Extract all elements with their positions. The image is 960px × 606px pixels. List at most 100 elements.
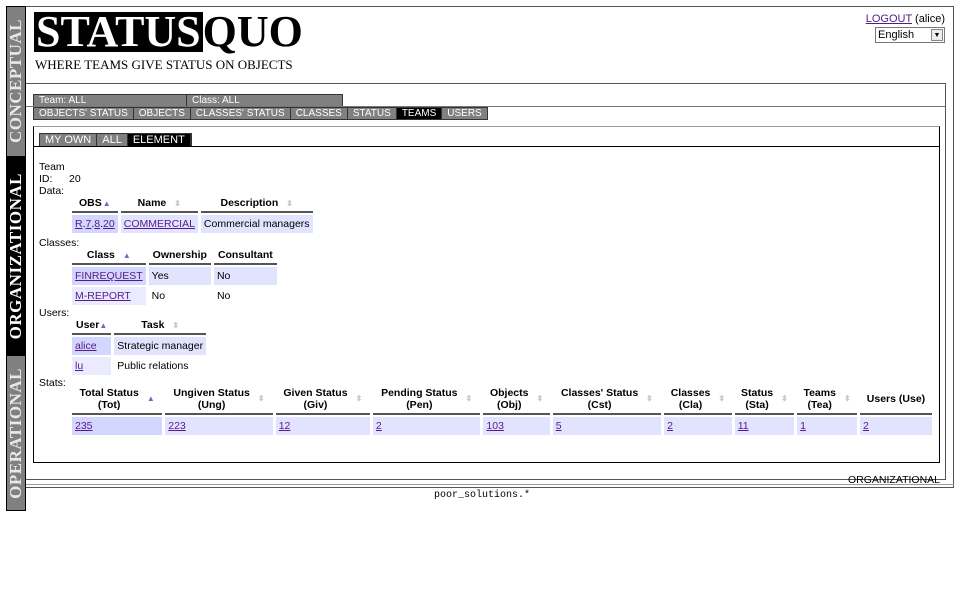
tab-classes[interactable]: CLASSES: [290, 108, 348, 119]
user-cell: lu: [72, 357, 112, 375]
stats-col-header[interactable]: Status (Sta) ⬍: [734, 385, 795, 415]
col-consultant[interactable]: Consultant: [213, 247, 277, 265]
top-nav: OBJECTS' STATUS OBJECTS CLASSES' STATUS …: [33, 107, 488, 120]
layer-operational[interactable]: OPERATIONAL: [6, 356, 26, 511]
col-name[interactable]: Name ⬍: [120, 195, 198, 213]
class-cell: FINREQUEST: [72, 267, 146, 285]
sort-asc-icon: ▲: [102, 199, 111, 208]
users-label: Users:: [39, 307, 70, 319]
col-obs[interactable]: OBS▲: [72, 195, 118, 213]
stats-value-link[interactable]: 2: [863, 420, 869, 432]
tab-teams[interactable]: TEAMS: [396, 108, 443, 119]
sort-asc-icon: ▲: [146, 394, 155, 403]
stats-col-abbr: (Ung): [197, 399, 226, 411]
consultant-cell: No: [213, 287, 277, 305]
tab-users[interactable]: USERS: [442, 108, 487, 119]
class-cell: M-REPORT: [72, 287, 146, 305]
stats-col-abbr: (Tot): [97, 399, 121, 411]
col-class[interactable]: Class ▲: [72, 247, 146, 265]
stats-col-header[interactable]: Given Status (Giv) ⬍: [275, 385, 370, 415]
tab-status[interactable]: STATUS: [347, 108, 397, 119]
sort-icon: ⬍: [174, 199, 181, 208]
stats-label: Stats:: [39, 377, 66, 389]
sort-icon: ⬍: [465, 394, 473, 403]
tab-objects[interactable]: OBJECTS: [133, 108, 191, 119]
obs-link[interactable]: R: [75, 218, 83, 230]
layer-conceptual[interactable]: CONCEPTUAL: [6, 6, 26, 156]
stats-col-title: Users (Use): [866, 393, 926, 406]
col-task[interactable]: Task ⬍: [114, 317, 207, 335]
user-link[interactable]: lu: [75, 360, 83, 372]
table-row: R.7.8.20 COMMERCIAL Commercial managers: [72, 215, 313, 233]
table-row: M-REPORT No No: [72, 287, 277, 305]
sort-icon: ⬍: [646, 394, 653, 403]
current-user: (alice): [915, 13, 945, 25]
main-frame: STATUS QUO WHERE TEAMS GIVE STATUS ON OBJ…: [26, 6, 954, 488]
stats-col-abbr: (Tea): [807, 399, 832, 411]
class-filter[interactable]: Class: ALL: [187, 95, 342, 106]
stats-col-title: Pending Status: [381, 387, 458, 399]
obs-link[interactable]: 20: [103, 218, 115, 230]
classes-table: Class ▲ Ownership Consultant FINREQUEST Y…: [69, 245, 280, 307]
stats-col-header[interactable]: Classes' Status (Cst) ⬍: [552, 385, 662, 415]
stats-cell: 2: [372, 417, 481, 435]
obs-link[interactable]: 8: [94, 218, 100, 230]
subtab-all[interactable]: ALL: [97, 134, 128, 146]
stats-col-header[interactable]: Pending Status (Pen) ⬍: [372, 385, 481, 415]
chevron-down-icon: ▼: [931, 29, 943, 41]
stats-value-link[interactable]: 223: [168, 420, 186, 432]
col-description[interactable]: Description ⬍: [200, 195, 313, 213]
logo-normal: QUO: [202, 7, 303, 56]
stats-col-header[interactable]: Classes (Cla) ⬍: [664, 385, 732, 415]
stats-value-link[interactable]: 5: [556, 420, 562, 432]
obs-link[interactable]: 7: [86, 218, 92, 230]
divider: [34, 146, 940, 147]
col-class-label: Class: [86, 249, 115, 261]
user-area: LOGOUT (alice) English ▼: [866, 13, 945, 43]
stats-col-abbr: (Cla): [678, 399, 703, 411]
stats-col-header[interactable]: Objects (Obj) ⬍: [483, 385, 550, 415]
tagline: WHERE TEAMS GIVE STATUS ON OBJECTS: [35, 57, 293, 72]
task-cell: Strategic manager: [114, 337, 207, 355]
col-ownership[interactable]: Ownership: [148, 247, 211, 265]
sort-asc-icon: ▲: [99, 321, 108, 330]
user-link[interactable]: alice: [75, 340, 97, 352]
sort-asc-icon: ▲: [122, 251, 131, 260]
stats-value-link[interactable]: 1: [800, 420, 806, 432]
tab-objects-status[interactable]: OBJECTS' STATUS: [34, 108, 134, 119]
stats-value-link[interactable]: 235: [75, 420, 93, 432]
stats-value-link[interactable]: 2: [376, 420, 382, 432]
col-ownership-label: Ownership: [152, 249, 207, 261]
logout-link[interactable]: LOGOUT: [866, 13, 912, 25]
stats-value-link[interactable]: 11: [738, 420, 749, 432]
col-user[interactable]: User▲: [72, 317, 112, 335]
subtab-my-own[interactable]: MY OWN: [40, 134, 98, 146]
ownership-cell: No: [148, 287, 211, 305]
class-link[interactable]: M-REPORT: [75, 290, 131, 302]
stats-col-header[interactable]: Total Status (Tot) ▲: [72, 385, 163, 415]
table-row: alice Strategic manager: [72, 337, 207, 355]
stats-cell: 1: [797, 417, 857, 435]
stats-col-header[interactable]: Ungiven Status (Ung) ⬍: [165, 385, 273, 415]
subtab-element[interactable]: ELEMENT: [127, 134, 191, 146]
stats-col-header[interactable]: Users (Use): [859, 385, 932, 415]
stats-value-link[interactable]: 12: [279, 420, 291, 432]
stats-value-link[interactable]: 2: [667, 420, 673, 432]
col-obs-label: OBS: [79, 197, 102, 209]
tab-classes-status[interactable]: CLASSES' STATUS: [190, 108, 291, 119]
data-table: OBS▲ Name ⬍ Description ⬍ R.7.8.20 COMMERC…: [69, 193, 316, 235]
language-select[interactable]: English ▼: [875, 27, 945, 43]
divider: [26, 484, 954, 485]
consultant-cell: No: [213, 267, 277, 285]
team-name-link[interactable]: COMMERCIAL: [124, 218, 195, 230]
class-link[interactable]: FINREQUEST: [75, 270, 143, 282]
sub-nav: MY OWN ALL ELEMENT: [39, 133, 192, 147]
team-filter[interactable]: Team: ALL: [34, 95, 187, 106]
credit: poor_solutions.*: [434, 490, 531, 501]
layer-conceptual-label: CONCEPTUAL: [6, 19, 25, 144]
stats-value-link[interactable]: 103: [486, 420, 504, 432]
table-row: lu Public relations: [72, 357, 207, 375]
layer-organizational[interactable]: ORGANIZATIONAL: [6, 156, 26, 356]
col-name-label: Name: [137, 197, 167, 209]
stats-col-header[interactable]: Teams (Tea) ⬍: [797, 385, 857, 415]
